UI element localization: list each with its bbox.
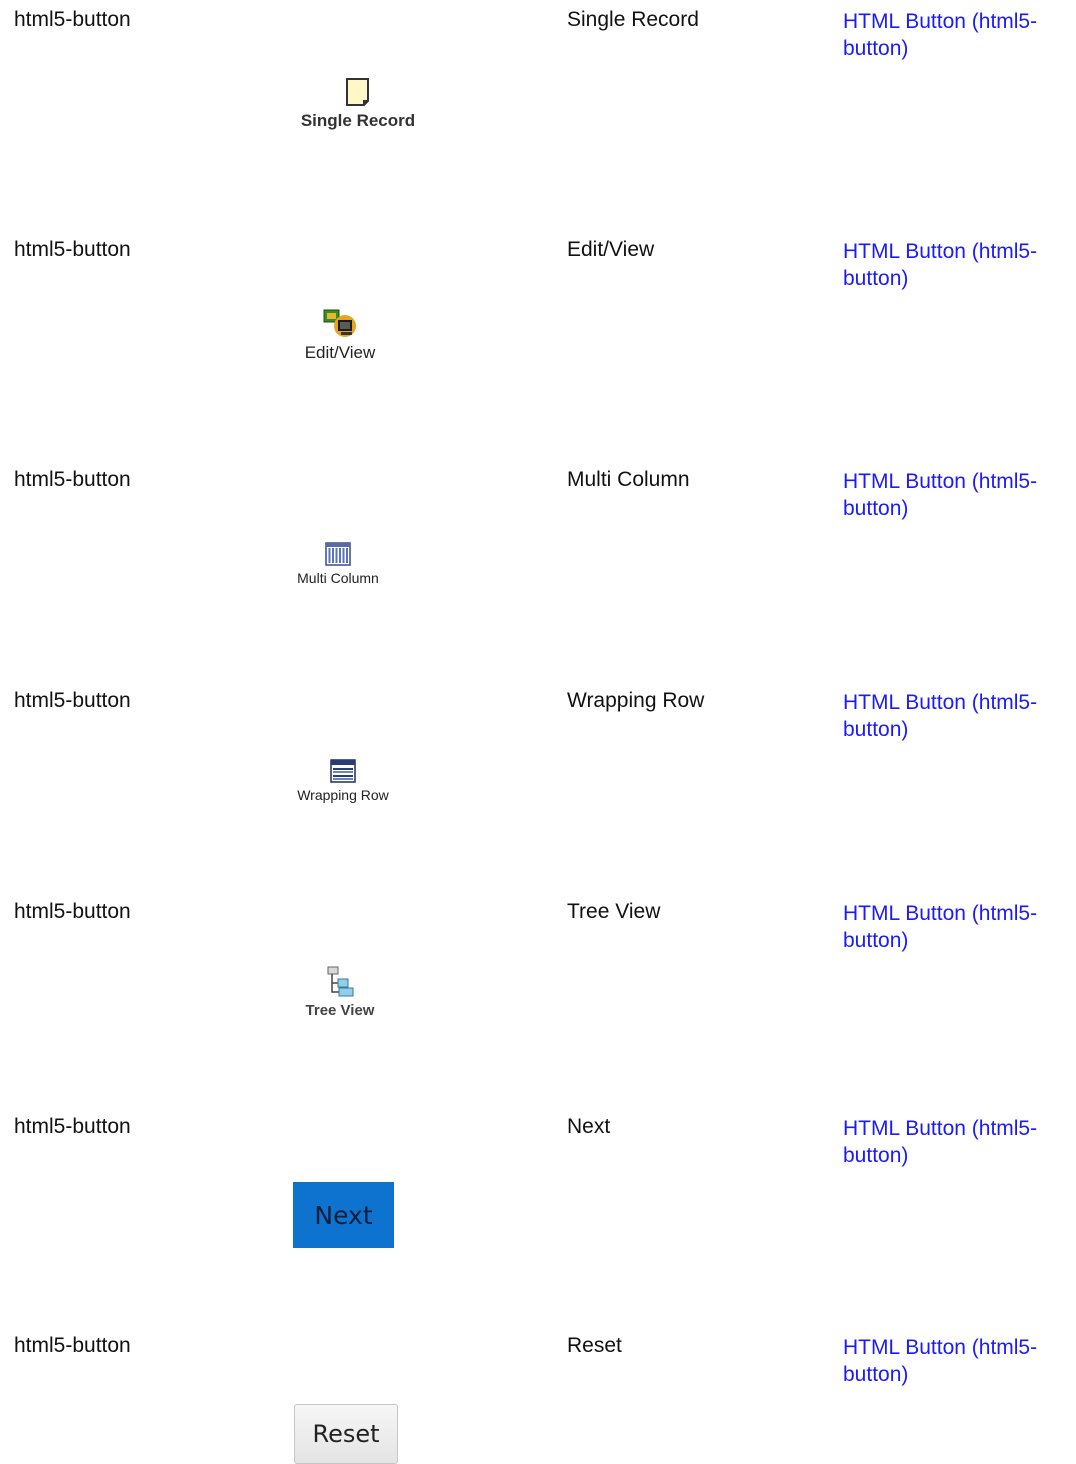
link-line-2[interactable]: button) <box>843 265 1073 292</box>
type-cell: html5-button <box>14 238 131 261</box>
html-button-link[interactable]: HTML Button (html5- button) <box>843 468 1073 522</box>
label-cell: Tree View <box>567 900 661 923</box>
tree-view-preview[interactable]: Tree View <box>285 966 395 1019</box>
wrapping-row-caption: Wrapping Row <box>297 787 389 803</box>
type-cell: html5-button <box>14 900 131 923</box>
reset-button[interactable]: Reset <box>294 1404 398 1464</box>
next-button[interactable]: Next <box>293 1182 394 1248</box>
html-button-link[interactable]: HTML Button (html5- button) <box>843 900 1073 954</box>
link-line-1[interactable]: HTML Button (html5- <box>843 468 1073 495</box>
html-button-link[interactable]: HTML Button (html5- button) <box>843 689 1073 743</box>
link-line-2[interactable]: button) <box>843 1142 1073 1169</box>
link-line-2[interactable]: button) <box>843 35 1073 62</box>
edit-view-caption: Edit/View <box>304 343 376 362</box>
html-button-link[interactable]: HTML Button (html5- button) <box>843 238 1073 292</box>
single-record-preview[interactable]: Single Record <box>293 77 423 131</box>
link-line-1[interactable]: HTML Button (html5- <box>843 689 1073 716</box>
link-line-1[interactable]: HTML Button (html5- <box>843 1334 1073 1361</box>
label-cell: Reset <box>567 1334 622 1357</box>
link-line-1[interactable]: HTML Button (html5- <box>843 900 1073 927</box>
edit-view-preview[interactable]: Edit/View <box>290 307 390 363</box>
single-record-icon <box>346 78 369 106</box>
html-button-link[interactable]: HTML Button (html5- button) <box>843 1334 1073 1388</box>
label-cell: Single Record <box>567 8 699 31</box>
label-cell: Wrapping Row <box>567 689 705 712</box>
type-cell: html5-button <box>14 468 131 491</box>
label-cell: Next <box>567 1115 611 1138</box>
type-cell: html5-button <box>14 1334 131 1357</box>
multi-column-icon <box>325 542 351 566</box>
link-line-2[interactable]: button) <box>843 1361 1073 1388</box>
link-line-2[interactable]: button) <box>843 927 1073 954</box>
edit-view-icon <box>323 309 356 337</box>
label-cell: Edit/View <box>567 238 655 261</box>
link-line-2[interactable]: button) <box>843 716 1073 743</box>
html-button-link[interactable]: HTML Button (html5- button) <box>843 1115 1073 1169</box>
html-button-link[interactable]: HTML Button (html5- button) <box>843 8 1073 62</box>
type-cell: html5-button <box>14 8 131 31</box>
label-cell: Multi Column <box>567 468 690 491</box>
link-line-1[interactable]: HTML Button (html5- <box>843 8 1073 35</box>
type-cell: html5-button <box>14 1115 131 1138</box>
link-line-1[interactable]: HTML Button (html5- <box>843 238 1073 265</box>
wrapping-row-preview[interactable]: Wrapping Row <box>283 759 403 803</box>
single-record-caption: Single Record <box>300 111 416 130</box>
type-cell: html5-button <box>14 689 131 712</box>
wrapping-row-icon <box>330 759 356 783</box>
link-line-2[interactable]: button) <box>843 495 1073 522</box>
link-line-1[interactable]: HTML Button (html5- <box>843 1115 1073 1142</box>
multi-column-preview[interactable]: Multi Column <box>278 542 398 586</box>
tree-view-caption: Tree View <box>305 1002 375 1019</box>
multi-column-caption: Multi Column <box>297 570 379 586</box>
tree-view-icon <box>327 966 354 997</box>
